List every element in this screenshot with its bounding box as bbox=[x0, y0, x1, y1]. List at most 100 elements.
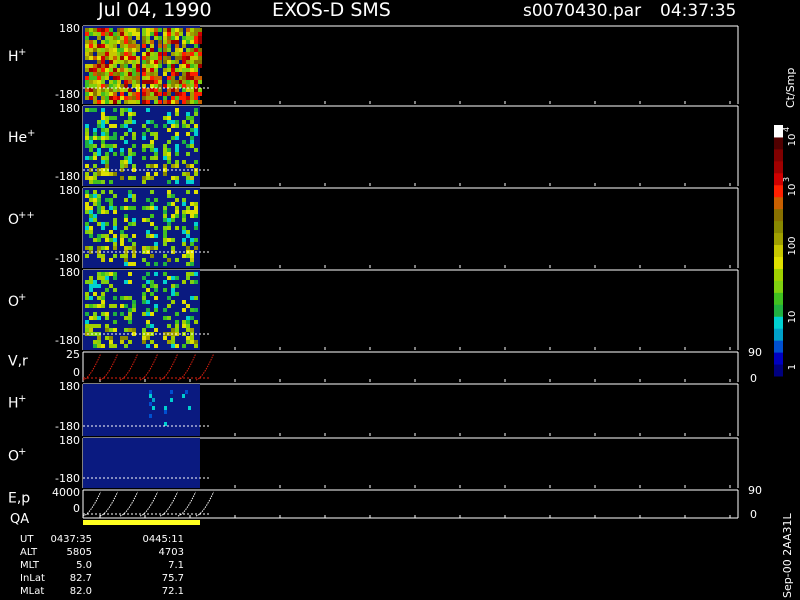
spectrogram-cell bbox=[190, 68, 194, 72]
colorbar-swatch bbox=[774, 208, 783, 222]
right-tick-bottom: 0 bbox=[750, 508, 757, 521]
spectrogram-cell bbox=[194, 246, 198, 250]
spectrogram-cell bbox=[150, 234, 154, 238]
spectrogram-cell bbox=[154, 304, 158, 308]
spectrogram-cell bbox=[101, 272, 105, 276]
spectrogram-cell bbox=[113, 144, 117, 148]
spectrogram-cell bbox=[171, 64, 175, 68]
spectrogram-cell bbox=[93, 152, 97, 156]
header-instrument: EXOS-D SMS bbox=[272, 0, 391, 21]
spectrogram-cell bbox=[167, 88, 171, 92]
spectrogram-cell bbox=[124, 56, 128, 60]
spectrogram-cell bbox=[171, 84, 175, 88]
spectrogram-cell bbox=[89, 324, 93, 328]
spectrogram-cell bbox=[97, 344, 101, 348]
colorbar-swatch bbox=[774, 148, 783, 162]
spectrogram-cell bbox=[105, 336, 109, 340]
spectrogram-cell bbox=[109, 172, 113, 176]
spectrogram-cell bbox=[167, 44, 171, 48]
spectrogram-cell bbox=[109, 32, 113, 36]
spectrogram-cell bbox=[194, 148, 198, 152]
spectrogram-cell bbox=[198, 52, 202, 56]
spectrogram-cell bbox=[163, 96, 167, 100]
spectrogram-cell bbox=[167, 152, 171, 156]
spectrogram-cell bbox=[105, 40, 109, 44]
spectrogram-cell bbox=[163, 84, 167, 88]
spectrogram-cell bbox=[182, 210, 186, 214]
info-row-value-start: 82.7 bbox=[70, 573, 92, 584]
spectrogram-cell bbox=[182, 254, 186, 258]
spectrogram-cell bbox=[120, 68, 124, 72]
panel-label-sup: ++ bbox=[18, 210, 35, 221]
spectrogram-cell bbox=[128, 116, 132, 120]
spectrogram-cell bbox=[124, 234, 128, 238]
colorbar-swatch bbox=[774, 352, 783, 365]
spectrogram-cell bbox=[175, 176, 179, 180]
spectrogram-cell bbox=[190, 48, 194, 52]
spectrogram-cell bbox=[97, 52, 101, 56]
spectrogram-cell bbox=[120, 152, 124, 156]
spectrogram-cell bbox=[105, 272, 109, 276]
spectrogram-cell bbox=[171, 214, 175, 218]
spectrogram-cell bbox=[132, 76, 136, 80]
spectrogram-cell bbox=[120, 160, 124, 164]
spectrogram-cell bbox=[182, 140, 186, 144]
spectrogram-cell bbox=[85, 80, 89, 84]
spectrogram-cell bbox=[105, 72, 109, 76]
spectrogram-cell bbox=[97, 88, 101, 92]
spectrogram-cell bbox=[149, 394, 152, 398]
spectrogram-cell bbox=[167, 148, 171, 152]
spectrogram-cell bbox=[89, 218, 93, 222]
spectrogram-cell bbox=[109, 92, 113, 96]
spectrogram-cell bbox=[128, 32, 132, 36]
spectrogram-cell bbox=[163, 172, 167, 176]
spectrogram-cell bbox=[175, 320, 179, 324]
spectrogram-cell bbox=[164, 410, 167, 414]
spectrogram-cell bbox=[101, 32, 105, 36]
spectrogram-cell bbox=[113, 64, 117, 68]
spectrogram-cell bbox=[186, 210, 190, 214]
spectrogram-cell bbox=[175, 324, 179, 328]
spectrogram-cell bbox=[136, 100, 140, 104]
spectrogram-cell bbox=[171, 218, 175, 222]
spectrogram-cell bbox=[186, 304, 190, 308]
spectrogram-cell bbox=[132, 242, 136, 246]
spectrogram-cell bbox=[113, 254, 117, 258]
spectrogram-cell bbox=[120, 254, 124, 258]
spectrogram-cell bbox=[190, 36, 194, 40]
y-tick-bottom: -180 bbox=[55, 472, 80, 485]
spectrogram-cell bbox=[186, 176, 190, 180]
spectrogram-cell bbox=[158, 56, 162, 60]
spectrogram-cell bbox=[150, 148, 154, 152]
spectrogram-cell bbox=[89, 156, 93, 160]
spectrogram-cell bbox=[136, 84, 140, 88]
spectrogram-cell bbox=[171, 96, 175, 100]
spectrogram-cell bbox=[101, 246, 105, 250]
spectrogram-cell bbox=[120, 84, 124, 88]
spectrogram-cell bbox=[150, 340, 154, 344]
spectrogram-cell bbox=[154, 136, 158, 140]
spectrogram-cell bbox=[186, 64, 190, 68]
spectrogram-cell bbox=[167, 202, 171, 206]
spectrogram-cell bbox=[128, 176, 132, 180]
spectrogram-cell bbox=[109, 116, 113, 120]
info-row-value-start: 82.0 bbox=[70, 586, 92, 597]
spectrogram-cell bbox=[85, 210, 89, 214]
spectrogram-cell bbox=[101, 210, 105, 214]
spectrogram-cell bbox=[105, 288, 109, 292]
spectrogram-cell bbox=[194, 32, 198, 36]
spectrogram-cell bbox=[113, 206, 117, 210]
spectrogram-cell bbox=[167, 80, 171, 84]
spectrogram-cell bbox=[132, 198, 136, 202]
trace-line bbox=[159, 491, 179, 517]
spectrogram-cell bbox=[132, 48, 136, 52]
spectrogram-cell bbox=[149, 414, 152, 418]
colorbar-swatch bbox=[774, 292, 783, 305]
trace-line bbox=[82, 491, 102, 517]
spectrogram-cell bbox=[179, 28, 183, 32]
spectrogram-cell bbox=[85, 128, 89, 132]
spectrogram-cell bbox=[124, 84, 128, 88]
spectrogram-cell bbox=[93, 44, 97, 48]
spectrogram-cell bbox=[120, 92, 124, 96]
spectrogram-cell bbox=[142, 176, 146, 180]
